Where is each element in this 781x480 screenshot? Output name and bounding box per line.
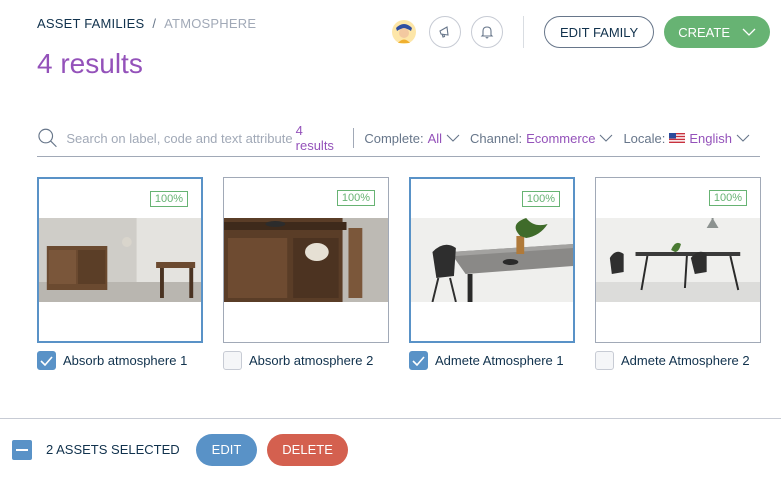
chevron-down-icon (600, 134, 613, 142)
chevron-down-icon (446, 134, 460, 142)
channel-filter-value: Ecommerce (526, 130, 596, 146)
chevron-down-icon (736, 134, 750, 142)
selection-count: 2 assets selected (46, 442, 180, 457)
asset-grid: 100% Absorb atmosphere 1 100% Absorb atm… (37, 177, 761, 370)
completeness-badge: 100% (708, 190, 747, 206)
select-all-checkbox[interactable] (12, 439, 32, 460)
filter-bar: 4 results Complete: All Channel: Ecommer… (37, 120, 760, 157)
create-button[interactable]: Create (664, 16, 770, 48)
locale-filter-value: English (689, 130, 732, 146)
asset-thumbnail[interactable]: 100% (37, 177, 203, 343)
complete-filter[interactable]: Complete: All (364, 131, 460, 146)
header-divider (522, 16, 524, 48)
asset-checkbox[interactable] (223, 351, 242, 370)
asset-thumbnail[interactable]: 100% (595, 177, 761, 343)
asset-card: 100% Absorb atmosphere 2 (223, 177, 389, 370)
asset-checkbox[interactable] (409, 351, 428, 370)
filter-divider (353, 128, 355, 148)
avatar-icon (391, 20, 416, 44)
asset-label: Absorb atmosphere 2 (249, 353, 374, 368)
complete-filter-value: All (427, 130, 443, 146)
asset-thumbnail[interactable]: 100% (409, 177, 575, 343)
us-flag-icon (669, 133, 686, 143)
asset-image (39, 218, 201, 302)
channel-filter-label: Channel: (470, 130, 523, 146)
breadcrumb-separator: / (152, 16, 157, 31)
completeness-badge: 100% (149, 191, 188, 207)
channel-filter[interactable]: Channel: Ecommerce (470, 131, 613, 146)
asset-image (596, 218, 760, 302)
asset-card: 100% Admete Atmosphere 1 (409, 177, 575, 370)
announcements-button[interactable] (428, 16, 461, 48)
asset-checkbox[interactable] (37, 351, 56, 370)
completeness-badge: 100% (521, 191, 560, 207)
asset-label: Absorb atmosphere 1 (63, 353, 188, 368)
asset-checkbox[interactable] (595, 351, 614, 370)
asset-image (411, 218, 573, 302)
asset-image (224, 218, 388, 302)
bulk-edit-button[interactable]: Edit (195, 433, 258, 466)
bulk-delete-button[interactable]: Delete (267, 433, 348, 466)
header-actions: Edit family Create (391, 16, 770, 48)
asset-thumbnail[interactable]: 100% (223, 177, 389, 343)
search-input[interactable] (66, 130, 292, 146)
asset-label: Admete Atmosphere 2 (621, 353, 750, 368)
page-title: 4 results (37, 48, 143, 79)
megaphone-icon (439, 26, 449, 38)
asset-label: Admete Atmosphere 1 (435, 353, 564, 368)
create-button-label: Create (678, 24, 730, 40)
completeness-badge: 100% (336, 190, 375, 206)
search-icon (38, 128, 57, 148)
complete-filter-label: Complete: (364, 130, 424, 146)
user-avatar[interactable] (391, 19, 417, 45)
locale-filter[interactable]: Locale: English (623, 131, 750, 146)
indeterminate-icon (16, 448, 28, 451)
asset-card: 100% Admete Atmosphere 2 (595, 177, 761, 370)
breadcrumb-asset-families[interactable]: Asset families (37, 16, 144, 31)
chevron-down-icon (742, 28, 756, 36)
result-count: 4 results (295, 123, 334, 153)
bell-icon (480, 26, 494, 39)
edit-family-button[interactable]: Edit family (543, 16, 655, 48)
checkmark-icon (40, 355, 53, 366)
bulk-action-bar: 2 assets selected Edit Delete (0, 418, 781, 480)
checkmark-icon (412, 355, 425, 366)
breadcrumb: Asset families / Atmosphere (37, 16, 256, 31)
notifications-button[interactable] (470, 16, 503, 48)
breadcrumb-current: Atmosphere (164, 16, 257, 31)
asset-card: 100% Absorb atmosphere 1 (37, 177, 203, 370)
locale-filter-label: Locale: (623, 130, 666, 146)
